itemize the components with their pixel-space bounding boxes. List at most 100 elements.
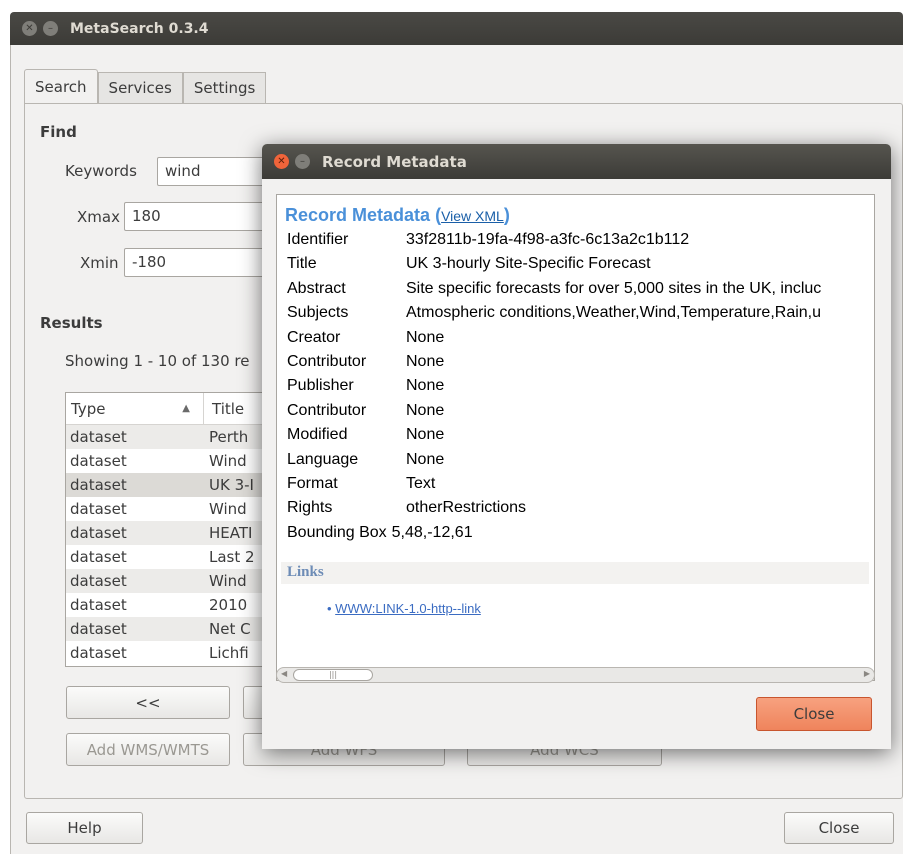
cell-type: dataset bbox=[70, 476, 127, 494]
metadata-panel: Record Metadata (View XML) Identifier 33f… bbox=[276, 194, 875, 681]
window-close-icon[interactable]: ✕ bbox=[22, 21, 37, 36]
add-wms-button[interactable]: Add WMS/WMTS bbox=[66, 733, 230, 766]
metadata-value: Site specific forecasts for over 5,000 s… bbox=[406, 279, 822, 297]
cell-type: dataset bbox=[70, 524, 127, 542]
metadata-heading-text: Record Metadata bbox=[285, 205, 431, 225]
cell-title: HEATI bbox=[209, 524, 253, 542]
table-row[interactable]: dataset Perth bbox=[66, 425, 274, 449]
metadata-row: Contributor None bbox=[287, 353, 444, 371]
column-header-title[interactable]: Title bbox=[204, 393, 252, 424]
metadata-key: Format bbox=[287, 475, 338, 492]
metadata-row: Rights otherRestrictions bbox=[287, 499, 526, 517]
cell-type: dataset bbox=[70, 620, 127, 638]
links-heading: Links bbox=[281, 562, 869, 584]
table-row[interactable]: dataset 2010 bbox=[66, 593, 274, 617]
metadata-heading: Record Metadata (View XML) bbox=[285, 205, 510, 226]
metadata-key: Publisher bbox=[287, 377, 354, 395]
results-heading: Results bbox=[40, 314, 103, 332]
cell-type: dataset bbox=[70, 500, 127, 518]
column-header-type[interactable]: Type ▲ bbox=[66, 393, 204, 424]
table-header: Type ▲ Title bbox=[66, 393, 274, 425]
view-xml-link[interactable]: View XML bbox=[441, 208, 504, 224]
metadata-key: Contributor bbox=[287, 401, 367, 419]
metadata-row: Language None bbox=[287, 451, 444, 469]
results-table[interactable]: Type ▲ Title dataset Perth dataset Wind data… bbox=[65, 392, 275, 667]
metadata-row: Abstract Site specific forecasts for over… bbox=[287, 280, 821, 298]
metadata-row: Title UK 3-hourly Site-Specific Forecast bbox=[287, 255, 651, 273]
cell-type: dataset bbox=[70, 452, 127, 470]
scroll-right-icon[interactable]: ▶ bbox=[864, 669, 870, 678]
table-row[interactable]: dataset Wind bbox=[66, 449, 274, 473]
dialog-minimize-icon[interactable]: – bbox=[295, 154, 310, 169]
link-www[interactable]: WWW:LINK-1.0-http--link bbox=[335, 601, 481, 616]
window-minimize-icon[interactable]: – bbox=[43, 21, 58, 36]
metadata-row: Creator None bbox=[287, 329, 444, 347]
metadata-row: Identifier 33f2811b-19fa-4f98-a3fc-6c13a2… bbox=[287, 231, 689, 249]
table-row[interactable]: dataset Wind bbox=[66, 569, 274, 593]
dialog-title: Record Metadata bbox=[322, 152, 467, 171]
link-list-item: • WWW:LINK-1.0-http--link bbox=[327, 601, 481, 616]
cell-title: Wind bbox=[209, 500, 247, 518]
metadata-row: Contributor None bbox=[287, 402, 444, 420]
cell-title: Perth bbox=[209, 428, 249, 446]
xmin-input[interactable]: -180 bbox=[124, 248, 267, 277]
previous-page-button[interactable]: << bbox=[66, 686, 230, 719]
tab-bar: Search Services Settings bbox=[24, 69, 267, 104]
metadata-value: otherRestrictions bbox=[406, 499, 527, 517]
results-count-text: Showing 1 - 10 of 130 re bbox=[65, 352, 250, 370]
horizontal-scrollbar[interactable]: ◀ ||| ▶ bbox=[276, 667, 875, 683]
metadata-key: Rights bbox=[287, 499, 333, 517]
metadata-row: Modified None bbox=[287, 426, 444, 444]
metadata-key: Bounding Box bbox=[287, 523, 387, 541]
metadata-value: None bbox=[406, 353, 445, 370]
metadata-value: None bbox=[406, 450, 445, 468]
metadata-value: Text bbox=[406, 475, 436, 492]
table-row[interactable]: dataset HEATI bbox=[66, 521, 274, 545]
main-close-button[interactable]: Close bbox=[784, 812, 894, 844]
table-row[interactable]: dataset UK 3-I bbox=[66, 473, 274, 497]
cell-title: Net C bbox=[209, 620, 251, 638]
metadata-row: Subjects Atmospheric conditions,Weather,W… bbox=[287, 304, 821, 322]
table-row[interactable]: dataset Last 2 bbox=[66, 545, 274, 569]
tab-services[interactable]: Services bbox=[97, 72, 183, 103]
cell-title: Last 2 bbox=[209, 548, 255, 566]
metadata-key: Creator bbox=[287, 328, 341, 346]
main-window-titlebar: ✕ – MetaSearch 0.3.4 bbox=[10, 12, 903, 45]
dialog-close-button[interactable]: Close bbox=[756, 697, 872, 731]
table-row[interactable]: dataset Lichfi bbox=[66, 641, 274, 665]
metadata-row: Bounding Box 5,48,-12,61 bbox=[287, 524, 473, 542]
column-header-type-label: Type bbox=[71, 399, 106, 418]
xmax-input[interactable]: 180 bbox=[124, 202, 267, 231]
metadata-key: Subjects bbox=[287, 304, 349, 322]
paren-close: ) bbox=[503, 205, 510, 225]
dialog-close-icon[interactable]: ✕ bbox=[274, 154, 289, 169]
table-body: dataset Perth dataset Wind dataset UK 3-I data… bbox=[66, 425, 274, 665]
metadata-value: None bbox=[406, 328, 445, 346]
scrollbar-thumb[interactable]: ||| bbox=[293, 669, 373, 681]
metadata-row: Format Text bbox=[287, 475, 435, 493]
cell-title: 2010 bbox=[209, 596, 248, 614]
metadata-row: Publisher None bbox=[287, 377, 444, 395]
scroll-left-icon[interactable]: ◀ bbox=[281, 669, 287, 678]
metadata-value: 5,48,-12,61 bbox=[391, 523, 473, 541]
tab-search[interactable]: Search bbox=[24, 69, 98, 104]
xmin-label: Xmin bbox=[80, 254, 119, 272]
metadata-value: None bbox=[406, 377, 445, 395]
find-heading: Find bbox=[40, 123, 77, 141]
dialog-titlebar: ✕ – Record Metadata bbox=[262, 144, 891, 179]
xmax-label: Xmax bbox=[77, 208, 120, 226]
metadata-value: Atmospheric conditions,Weather,Wind,Temp… bbox=[406, 304, 822, 322]
tab-settings[interactable]: Settings bbox=[182, 72, 267, 103]
metadata-value: None bbox=[406, 401, 445, 419]
metadata-value: UK 3-hourly Site-Specific Forecast bbox=[406, 255, 651, 273]
cell-title: Wind bbox=[209, 572, 247, 590]
cell-type: dataset bbox=[70, 428, 127, 446]
help-button[interactable]: Help bbox=[26, 812, 143, 844]
table-row[interactable]: dataset Net C bbox=[66, 617, 274, 641]
cell-title: UK 3-I bbox=[209, 476, 254, 494]
cell-type: dataset bbox=[70, 596, 127, 614]
cell-type: dataset bbox=[70, 572, 127, 590]
metadata-key: Identifier bbox=[287, 231, 349, 248]
keywords-input[interactable]: wind bbox=[157, 157, 267, 186]
table-row[interactable]: dataset Wind bbox=[66, 497, 274, 521]
